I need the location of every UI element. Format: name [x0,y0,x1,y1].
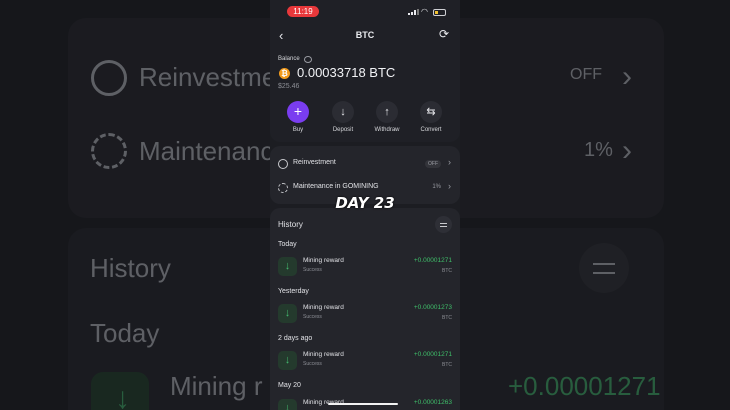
history-item-name: Mining reward [303,304,344,311]
history-item-amount: +0.00001263 [413,399,452,406]
deposit-label: Deposit [332,127,354,133]
history-item-amount: +0.00001273 [413,304,452,311]
arrow-up-icon: ↑ [376,101,398,123]
status-time: 11:19 [287,6,319,17]
battery-icon [433,9,446,16]
history-item[interactable]: ↓ Mining reward Success +0.00001271 BTC [270,350,460,374]
chevron-right-icon: › [448,181,451,191]
buy-label: Buy [292,127,304,133]
history-item-status: Success [303,361,322,367]
plus-icon: + [287,101,309,123]
filter-icon[interactable] [435,216,452,233]
history-item-status: Success [303,314,322,320]
action-row: + Buy ↓ Deposit ↑ Withdraw ⇆ Convert [278,101,454,137]
refresh-icon[interactable]: ⟳ [439,27,449,41]
phone-screen: 11:19 ◠ ‹ BTC ⟳ Balance ₿ 0.00033718 BTC… [270,0,460,410]
reinvest-icon [278,159,288,169]
home-indicator[interactable] [328,403,398,405]
eye-icon[interactable] [304,56,312,63]
signal-icon [408,9,419,15]
deposit-button[interactable]: ↓ Deposit [326,101,360,133]
history-item-name: Mining reward [303,257,344,264]
maintenance-icon [278,183,288,193]
history-item[interactable]: ↓ Mining reward Success +0.00001273 BTC [270,303,460,327]
balance-fiat: $25.46 [278,83,300,90]
history-card: History Today ↓ Mining reward Success +0… [270,208,460,410]
arrow-down-icon: ↓ [278,351,297,370]
swap-icon: ⇆ [420,101,442,123]
bitcoin-icon: ₿ [279,68,290,79]
convert-label: Convert [420,127,442,133]
arrow-down-icon: ↓ [332,101,354,123]
withdraw-label: Withdraw [374,127,400,133]
history-item[interactable]: ↓ Mining reward Success +0.00001271 BTC [270,256,460,280]
reinvestment-label: Reinvestment [293,159,336,166]
maintenance-value: 1% [432,184,441,190]
history-item-amount: +0.00001271 [413,257,452,264]
balance-label: Balance [278,56,300,62]
reinvestment-row[interactable]: Reinvestment OFF › [270,155,460,175]
arrow-down-icon: ↓ [278,257,297,276]
nav-bar: ‹ BTC ⟳ [270,27,460,45]
balance-amount: 0.00033718 BTC [297,65,396,80]
history-date-label: May 20 [278,382,301,389]
convert-button[interactable]: ⇆ Convert [414,101,448,133]
history-item-name: Mining reward [303,351,344,358]
history-item-amount: +0.00001271 [413,351,452,358]
history-item-status: Success [303,267,322,273]
history-title: History [278,220,303,229]
maintenance-label: Maintenance in GOMINING [293,183,379,190]
buy-button[interactable]: + Buy [281,101,315,133]
history-date-label: Today [278,241,297,248]
history-item-currency: BTC [442,268,452,274]
page-title: BTC [355,30,375,40]
withdraw-button[interactable]: ↑ Withdraw [370,101,404,133]
day-overlay-text: DAY 23 [335,194,395,212]
wifi-icon: ◠ [421,7,428,16]
history-date-label: Yesterday [278,288,309,295]
history-date-label: 2 days ago [278,335,313,342]
history-item-currency: BTC [442,315,452,321]
status-bar: 11:19 ◠ [270,0,460,22]
reinvestment-status-badge: OFF [425,160,441,168]
chevron-right-icon: › [448,157,451,167]
history-item-currency: BTC [442,362,452,368]
arrow-down-icon: ↓ [278,399,297,410]
arrow-down-icon: ↓ [278,304,297,323]
